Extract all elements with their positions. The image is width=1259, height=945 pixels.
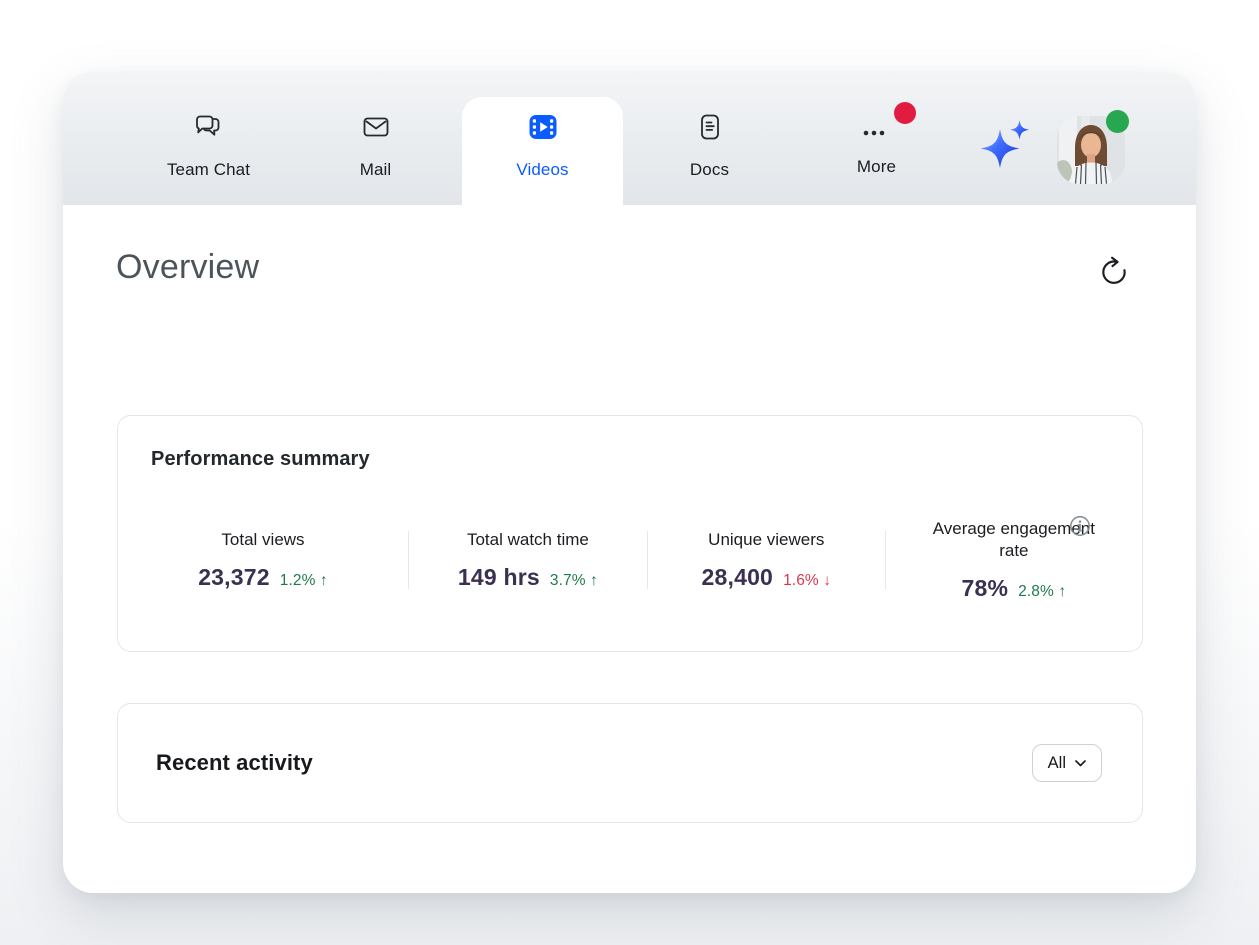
mail-icon bbox=[361, 112, 391, 147]
recent-activity-card: Recent activity All bbox=[117, 703, 1143, 823]
metric-value: 28,400 bbox=[702, 564, 774, 591]
metric-total-views: Total views 23,372 1.2% ↑ bbox=[118, 529, 408, 591]
tab-docs[interactable]: Docs bbox=[626, 72, 793, 205]
metric-total-watch-time: Total watch time 149 hrs 3.7% ↑ bbox=[409, 529, 647, 591]
refresh-icon bbox=[1098, 255, 1130, 290]
metric-delta: 2.8% ↑ bbox=[1018, 583, 1066, 601]
ai-companion-icon[interactable] bbox=[977, 117, 1031, 182]
metrics-row: Total views 23,372 1.2% ↑ Total watch ti… bbox=[118, 500, 1142, 620]
arrow-up-icon: ↑ bbox=[320, 572, 328, 589]
metric-label: Total watch time bbox=[467, 529, 589, 551]
ellipsis-icon bbox=[860, 112, 894, 147]
chat-bubbles-icon bbox=[194, 112, 224, 147]
app-window: Team Chat Mail bbox=[63, 72, 1196, 893]
metric-value: 78% bbox=[962, 575, 1009, 602]
presence-available-dot bbox=[1106, 110, 1129, 133]
recent-activity-title: Recent activity bbox=[156, 750, 313, 776]
metric-value: 149 hrs bbox=[458, 564, 540, 591]
performance-summary-card: Performance summary Total views 23,372 1… bbox=[117, 415, 1143, 652]
nav-tabs: Team Chat Mail bbox=[125, 72, 960, 205]
metric-label: Unique viewers bbox=[708, 529, 824, 551]
metric-delta: 1.6% ↓ bbox=[783, 572, 831, 590]
tab-label: Mail bbox=[360, 160, 392, 180]
filter-value: All bbox=[1048, 754, 1066, 773]
tab-videos[interactable]: Videos bbox=[459, 72, 626, 205]
arrow-up-icon: ↑ bbox=[590, 572, 598, 589]
videos-icon bbox=[528, 112, 558, 147]
info-icon[interactable] bbox=[1068, 514, 1092, 538]
activity-filter-dropdown[interactable]: All bbox=[1032, 744, 1102, 782]
metric-label: Total views bbox=[221, 529, 304, 551]
top-navbar: Team Chat Mail bbox=[63, 72, 1196, 205]
tab-label: Team Chat bbox=[167, 160, 250, 180]
performance-summary-title: Performance summary bbox=[151, 448, 370, 471]
tab-label: Docs bbox=[690, 160, 729, 180]
tab-mail[interactable]: Mail bbox=[292, 72, 459, 205]
tab-team-chat[interactable]: Team Chat bbox=[125, 72, 292, 205]
tab-more[interactable]: More bbox=[793, 72, 960, 205]
tab-label: Videos bbox=[516, 160, 568, 180]
arrow-up-icon: ↑ bbox=[1058, 583, 1066, 600]
docs-icon bbox=[695, 112, 725, 147]
notification-badge bbox=[894, 102, 916, 124]
metric-delta: 1.2% ↑ bbox=[280, 572, 328, 590]
refresh-button[interactable] bbox=[1096, 254, 1132, 290]
tab-label: More bbox=[857, 157, 896, 177]
metric-unique-viewers: Unique viewers 28,400 1.6% ↓ bbox=[648, 529, 885, 591]
user-avatar[interactable] bbox=[1057, 116, 1125, 184]
metric-average-engagement-rate: Average engagement rate 78% 2.8% ↑ bbox=[886, 518, 1142, 602]
page-title: Overview bbox=[116, 248, 259, 287]
chevron-down-icon bbox=[1075, 760, 1086, 767]
metric-delta: 3.7% ↑ bbox=[550, 572, 598, 590]
nav-right-cluster bbox=[977, 72, 1125, 205]
arrow-down-icon: ↓ bbox=[823, 572, 831, 589]
metric-value: 23,372 bbox=[198, 564, 270, 591]
